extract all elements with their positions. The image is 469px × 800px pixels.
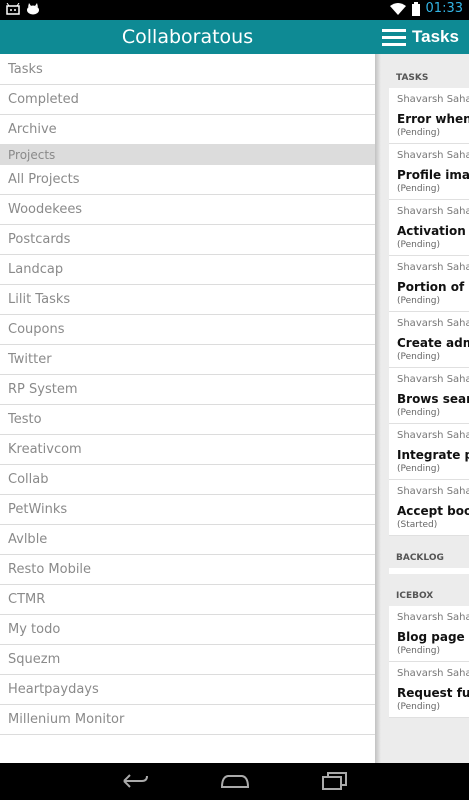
page-title: Tasks — [412, 27, 459, 46]
project-item[interactable]: Squezm — [0, 645, 375, 675]
project-item[interactable]: Kreativcom — [0, 435, 375, 465]
empty-group — [389, 568, 469, 574]
project-item[interactable]: Testo — [0, 405, 375, 435]
task-status: (Pending) — [397, 184, 441, 194]
project-item[interactable]: Avlble — [0, 525, 375, 555]
task-assignee: Shavarsh Sahak — [397, 612, 469, 623]
task-title: Integrate pay — [397, 448, 469, 462]
task-assignee: Shavarsh Sahak — [397, 94, 469, 105]
drawer-shadow — [375, 54, 381, 763]
project-item[interactable]: Lilit Tasks — [0, 285, 375, 315]
project-item[interactable]: Collab — [0, 465, 375, 495]
project-item[interactable]: CTMR — [0, 585, 375, 615]
hamburger-menu-icon[interactable] — [382, 25, 406, 50]
project-item[interactable]: Millenium Monitor — [0, 705, 375, 735]
task-title: Portion of Pr — [397, 280, 469, 294]
group-title: ICEBOX — [396, 591, 434, 601]
task-status: (Pending) — [397, 128, 441, 138]
project-item[interactable]: Landcap — [0, 255, 375, 285]
project-item[interactable]: PetWinks — [0, 495, 375, 525]
task-status: (Pending) — [397, 702, 441, 712]
task-card[interactable]: Shavarsh Sahak Accept booki (Started) — [389, 480, 469, 536]
drawer-title: Collaboratous — [0, 20, 375, 54]
task-status: (Pending) — [397, 464, 441, 474]
project-item[interactable]: RP System — [0, 375, 375, 405]
task-groups: TASKS Shavarsh Sahak Error when su (Pending… — [375, 68, 469, 718]
home-icon[interactable] — [220, 771, 250, 791]
project-item[interactable]: Twitter — [0, 345, 375, 375]
group-title: BACKLOG — [396, 553, 444, 563]
task-assignee: Shavarsh Sahak — [397, 486, 469, 497]
system-nav-bar — [0, 763, 469, 800]
drawer-menu: Tasks Completed Archive Projects All Project… — [0, 54, 375, 735]
task-title: Blog page — [397, 630, 465, 644]
task-status: (Pending) — [397, 408, 441, 418]
clock: 01:33 — [425, 1, 463, 16]
menu-item-completed[interactable]: Completed — [0, 85, 375, 115]
task-title: Brows search — [397, 392, 469, 406]
project-item[interactable]: Postcards — [0, 225, 375, 255]
android-icon — [6, 3, 20, 15]
task-title: Activation em — [397, 224, 469, 238]
task-card[interactable]: Shavarsh Sahak Integrate pay (Pending) — [389, 424, 469, 480]
task-assignee: Shavarsh Sahak — [397, 150, 469, 161]
task-status: (Pending) — [397, 240, 441, 250]
task-card[interactable]: Shavarsh Sahak Activation em (Pending) — [389, 200, 469, 256]
task-title: Profile image — [397, 168, 469, 182]
battery-icon — [411, 1, 420, 16]
task-status: (Pending) — [397, 296, 441, 306]
project-item[interactable]: Woodekees — [0, 195, 375, 225]
task-card[interactable]: Shavarsh Sahak Error when su (Pending) — [389, 88, 469, 144]
navigation-drawer: Collaboratous Tasks Completed Archive Proje… — [0, 20, 375, 763]
action-bar: Tasks — [375, 20, 469, 54]
back-icon[interactable] — [120, 771, 150, 791]
task-card[interactable]: Shavarsh Sahak Profile image (Pending) — [389, 144, 469, 200]
status-bar: 01:33 — [0, 0, 469, 20]
task-assignee: Shavarsh Sahak — [397, 262, 469, 273]
task-status: (Pending) — [397, 352, 441, 362]
project-item[interactable]: Heartpaydays — [0, 675, 375, 705]
task-status: (Pending) — [397, 646, 441, 656]
task-card[interactable]: Shavarsh Sahak Brows search (Pending) — [389, 368, 469, 424]
section-header-projects: Projects — [0, 145, 375, 165]
task-title: Create admin — [397, 336, 469, 350]
task-card[interactable]: Shavarsh Sahak Request fund (Pending) — [389, 662, 469, 718]
task-title: Accept booki — [397, 504, 469, 518]
task-card[interactable]: Shavarsh Sahak Portion of Pr (Pending) — [389, 256, 469, 312]
task-status: (Started) — [397, 520, 438, 530]
group-title: TASKS — [396, 73, 429, 83]
task-card[interactable]: Shavarsh Sahak Create admin (Pending) — [389, 312, 469, 368]
task-assignee: Shavarsh Sahak — [397, 430, 469, 441]
wifi-icon — [389, 2, 406, 15]
task-assignee: Shavarsh Sahak — [397, 668, 469, 679]
task-assignee: Shavarsh Sahak — [397, 318, 469, 329]
recent-apps-icon[interactable] — [320, 771, 350, 791]
task-title: Request fund — [397, 686, 469, 700]
project-item[interactable]: My todo — [0, 615, 375, 645]
project-item[interactable]: Coupons — [0, 315, 375, 345]
cat-icon — [27, 3, 39, 15]
task-assignee: Shavarsh Sahak — [397, 374, 469, 385]
menu-item-tasks[interactable]: Tasks — [0, 54, 375, 85]
menu-item-archive[interactable]: Archive — [0, 115, 375, 145]
task-assignee: Shavarsh Sahak — [397, 206, 469, 217]
project-item[interactable]: All Projects — [0, 165, 375, 195]
task-card[interactable]: Shavarsh Sahak Blog page (Pending) — [389, 606, 469, 662]
task-title: Error when su — [397, 112, 469, 126]
tasks-panel: Tasks TASKS Shavarsh Sahak Error when su (P… — [375, 20, 469, 763]
project-item[interactable]: Resto Mobile — [0, 555, 375, 585]
